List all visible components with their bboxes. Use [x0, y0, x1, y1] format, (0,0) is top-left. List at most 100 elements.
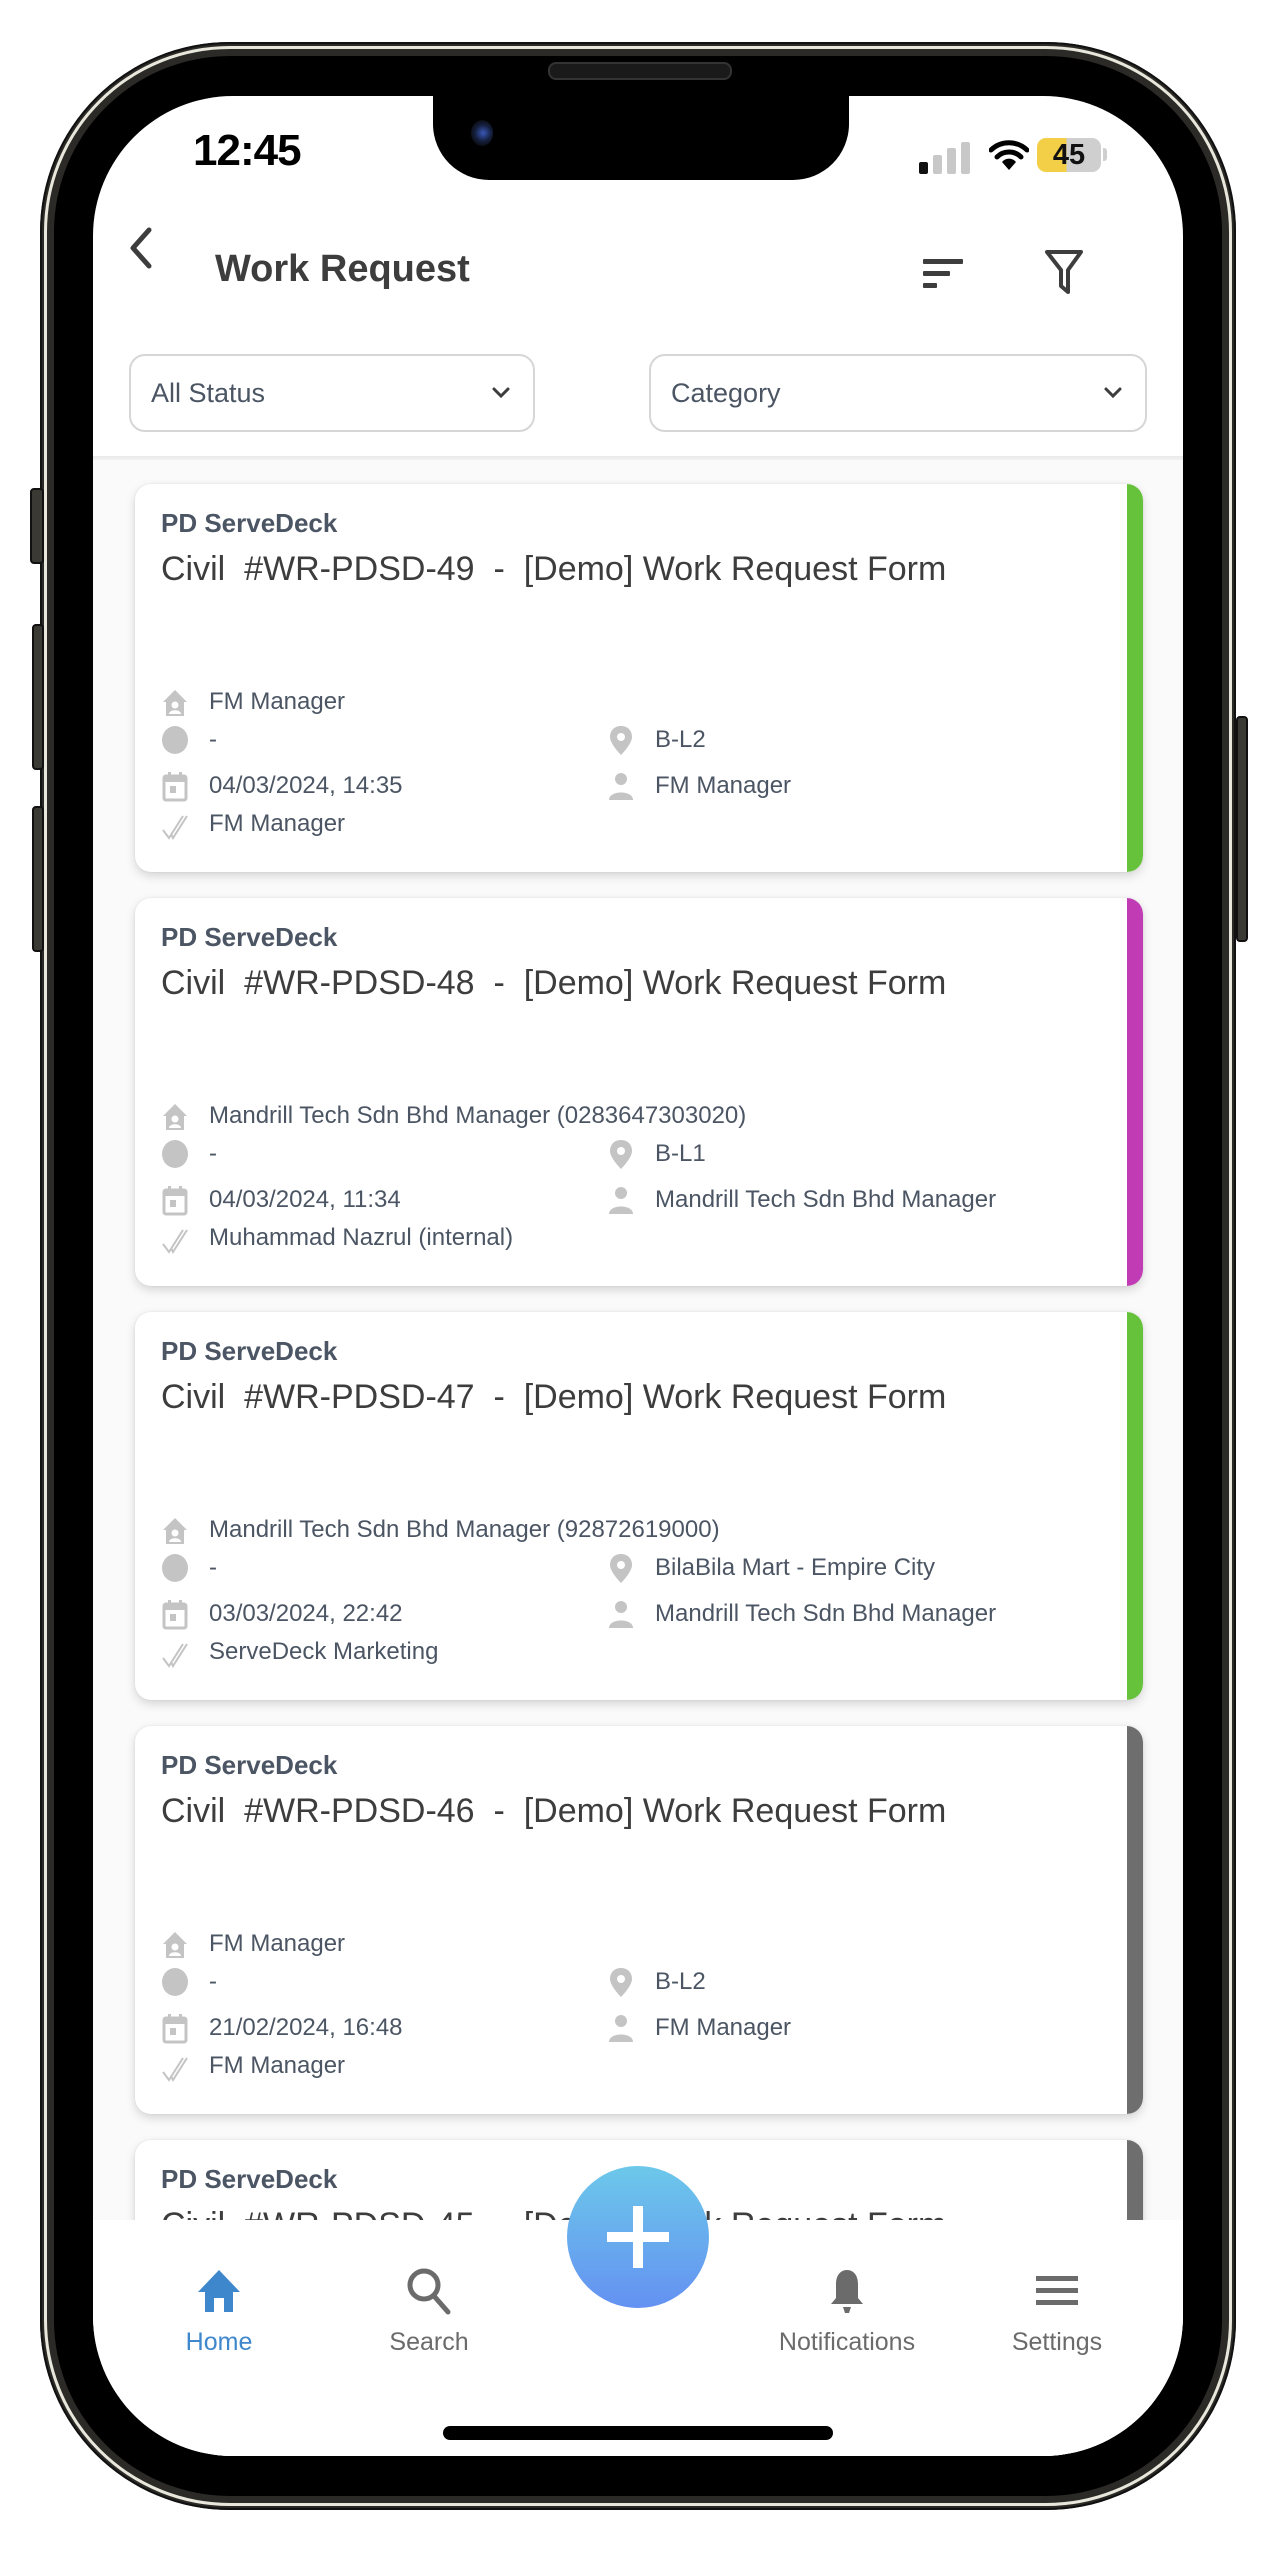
- speaker-grille: [548, 62, 732, 80]
- building-user-icon: [161, 686, 189, 718]
- location-pin-icon: [607, 1966, 635, 1998]
- nav-settings-label: Settings: [1011, 2328, 1103, 2356]
- card-location: BilaBila Mart - Empire City: [655, 1554, 936, 1581]
- work-request-card[interactable]: PD ServeDeck Civil #WR-PDSD-49 - [Demo] W…: [135, 484, 1143, 872]
- power-button: [1236, 716, 1248, 942]
- home-icon: [198, 2270, 240, 2312]
- card-requester: Mandrill Tech Sdn Bhd Manager (928726190…: [209, 1516, 720, 1543]
- card-company: PD ServeDeck: [161, 508, 338, 538]
- location-pin-icon: [607, 1138, 635, 1170]
- card-location: B-L2: [655, 726, 706, 753]
- calendar-icon: [161, 2012, 189, 2044]
- nav-home-label: Home: [185, 2328, 253, 2356]
- card-location: B-L1: [655, 1140, 706, 1167]
- card-company: PD ServeDeck: [161, 2164, 338, 2194]
- card-priority: -: [209, 1140, 217, 1167]
- status-time: 12:45: [193, 126, 302, 175]
- person-icon: [607, 2012, 635, 2044]
- card-requester: FM Manager: [209, 1930, 346, 1957]
- signal-icon: [919, 142, 975, 174]
- card-title: Civil #WR-PDSD-49 - [Demo] Work Request …: [161, 550, 947, 588]
- card-priority: -: [209, 1554, 217, 1581]
- back-button[interactable]: [121, 216, 161, 276]
- calendar-icon: [161, 1598, 189, 1630]
- card-priority: -: [209, 1968, 217, 1995]
- status-color-bar: [1127, 1312, 1143, 1700]
- card-title: Civil #WR-PDSD-46 - [Demo] Work Request …: [161, 1792, 947, 1830]
- volume-down-button: [32, 806, 44, 952]
- notch: [433, 96, 849, 180]
- double-check-icon: [161, 808, 189, 841]
- card-assignee: Mandrill Tech Sdn Bhd Manager: [655, 1600, 997, 1627]
- category-filter-value: Category: [671, 378, 781, 408]
- category-filter-dropdown[interactable]: Category: [649, 354, 1147, 432]
- location-pin-icon: [607, 1552, 635, 1584]
- battery-tip: [1103, 148, 1107, 161]
- nav-search[interactable]: Search: [339, 2256, 519, 2366]
- nav-settings[interactable]: Settings: [967, 2256, 1147, 2366]
- sort-icon: [923, 259, 963, 288]
- card-assignee: FM Manager: [655, 2014, 792, 2041]
- card-approved-by: FM Manager: [209, 2052, 346, 2079]
- volume-up-button: [32, 624, 44, 770]
- app-screen: 12:45 45 Work Request All Status Categor…: [93, 96, 1183, 2456]
- double-check-icon: [161, 1222, 189, 1255]
- silent-switch: [30, 488, 44, 564]
- card-location: B-L2: [655, 1968, 706, 1995]
- person-icon: [607, 1598, 635, 1630]
- card-approved-by: ServeDeck Marketing: [209, 1638, 439, 1665]
- card-title: Civil #WR-PDSD-47 - [Demo] Work Request …: [161, 1378, 947, 1416]
- chevron-down-icon: [1104, 387, 1122, 399]
- page-title: Work Request: [215, 248, 470, 290]
- card-datetime: 04/03/2024, 11:34: [209, 1186, 401, 1213]
- building-user-icon: [161, 1928, 189, 1960]
- calendar-icon: [161, 1184, 189, 1216]
- card-datetime: 21/02/2024, 16:48: [209, 2014, 403, 2041]
- card-assignee: Mandrill Tech Sdn Bhd Manager: [655, 1186, 997, 1213]
- add-work-request-button[interactable]: [567, 2166, 709, 2308]
- bell-icon: [831, 2270, 863, 2313]
- card-requester: FM Manager: [209, 688, 346, 715]
- location-pin-icon: [607, 724, 635, 756]
- nav-notifications-label: Notifications: [778, 2328, 916, 2356]
- card-priority: -: [209, 726, 217, 753]
- chevron-down-icon: [492, 387, 510, 399]
- person-icon: [607, 770, 635, 802]
- home-indicator: [443, 2426, 833, 2440]
- sort-button[interactable]: [911, 246, 971, 300]
- filter-button[interactable]: [1039, 244, 1089, 300]
- nav-search-label: Search: [389, 2328, 469, 2356]
- status-color-bar: [1127, 484, 1143, 872]
- status-filter-value: All Status: [151, 378, 266, 408]
- nav-home[interactable]: Home: [129, 2256, 309, 2366]
- priority-dot-icon: [161, 1138, 189, 1170]
- card-company: PD ServeDeck: [161, 922, 338, 952]
- front-camera: [471, 120, 493, 146]
- card-requester: Mandrill Tech Sdn Bhd Manager (028364730…: [209, 1102, 747, 1129]
- card-assignee: FM Manager: [655, 772, 792, 799]
- chevron-left-icon: [130, 227, 152, 269]
- building-user-icon: [161, 1514, 189, 1546]
- status-filter-dropdown[interactable]: All Status: [129, 354, 535, 432]
- menu-icon: [1036, 2276, 1078, 2305]
- status-color-bar: [1127, 898, 1143, 1286]
- person-icon: [607, 1184, 635, 1216]
- search-icon: [407, 2268, 451, 2315]
- battery-icon: 45: [1037, 138, 1101, 172]
- priority-dot-icon: [161, 724, 189, 756]
- work-request-card[interactable]: PD ServeDeck Civil #WR-PDSD-47 - [Demo] W…: [135, 1312, 1143, 1700]
- nav-notifications[interactable]: Notifications: [757, 2256, 937, 2366]
- card-datetime: 03/03/2024, 22:42: [209, 1600, 403, 1627]
- work-request-card[interactable]: PD ServeDeck Civil #WR-PDSD-48 - [Demo] W…: [135, 898, 1143, 1286]
- wifi-icon: [989, 140, 1029, 170]
- card-title: Civil #WR-PDSD-48 - [Demo] Work Request …: [161, 964, 947, 1002]
- double-check-icon: [161, 1636, 189, 1669]
- status-color-bar: [1127, 1726, 1143, 2114]
- priority-dot-icon: [161, 1552, 189, 1584]
- card-company: PD ServeDeck: [161, 1336, 338, 1366]
- plus-icon: [607, 2206, 669, 2268]
- work-request-card[interactable]: PD ServeDeck Civil #WR-PDSD-46 - [Demo] W…: [135, 1726, 1143, 2114]
- building-user-icon: [161, 1100, 189, 1132]
- priority-dot-icon: [161, 1966, 189, 1998]
- funnel-filter-icon: [1045, 250, 1083, 294]
